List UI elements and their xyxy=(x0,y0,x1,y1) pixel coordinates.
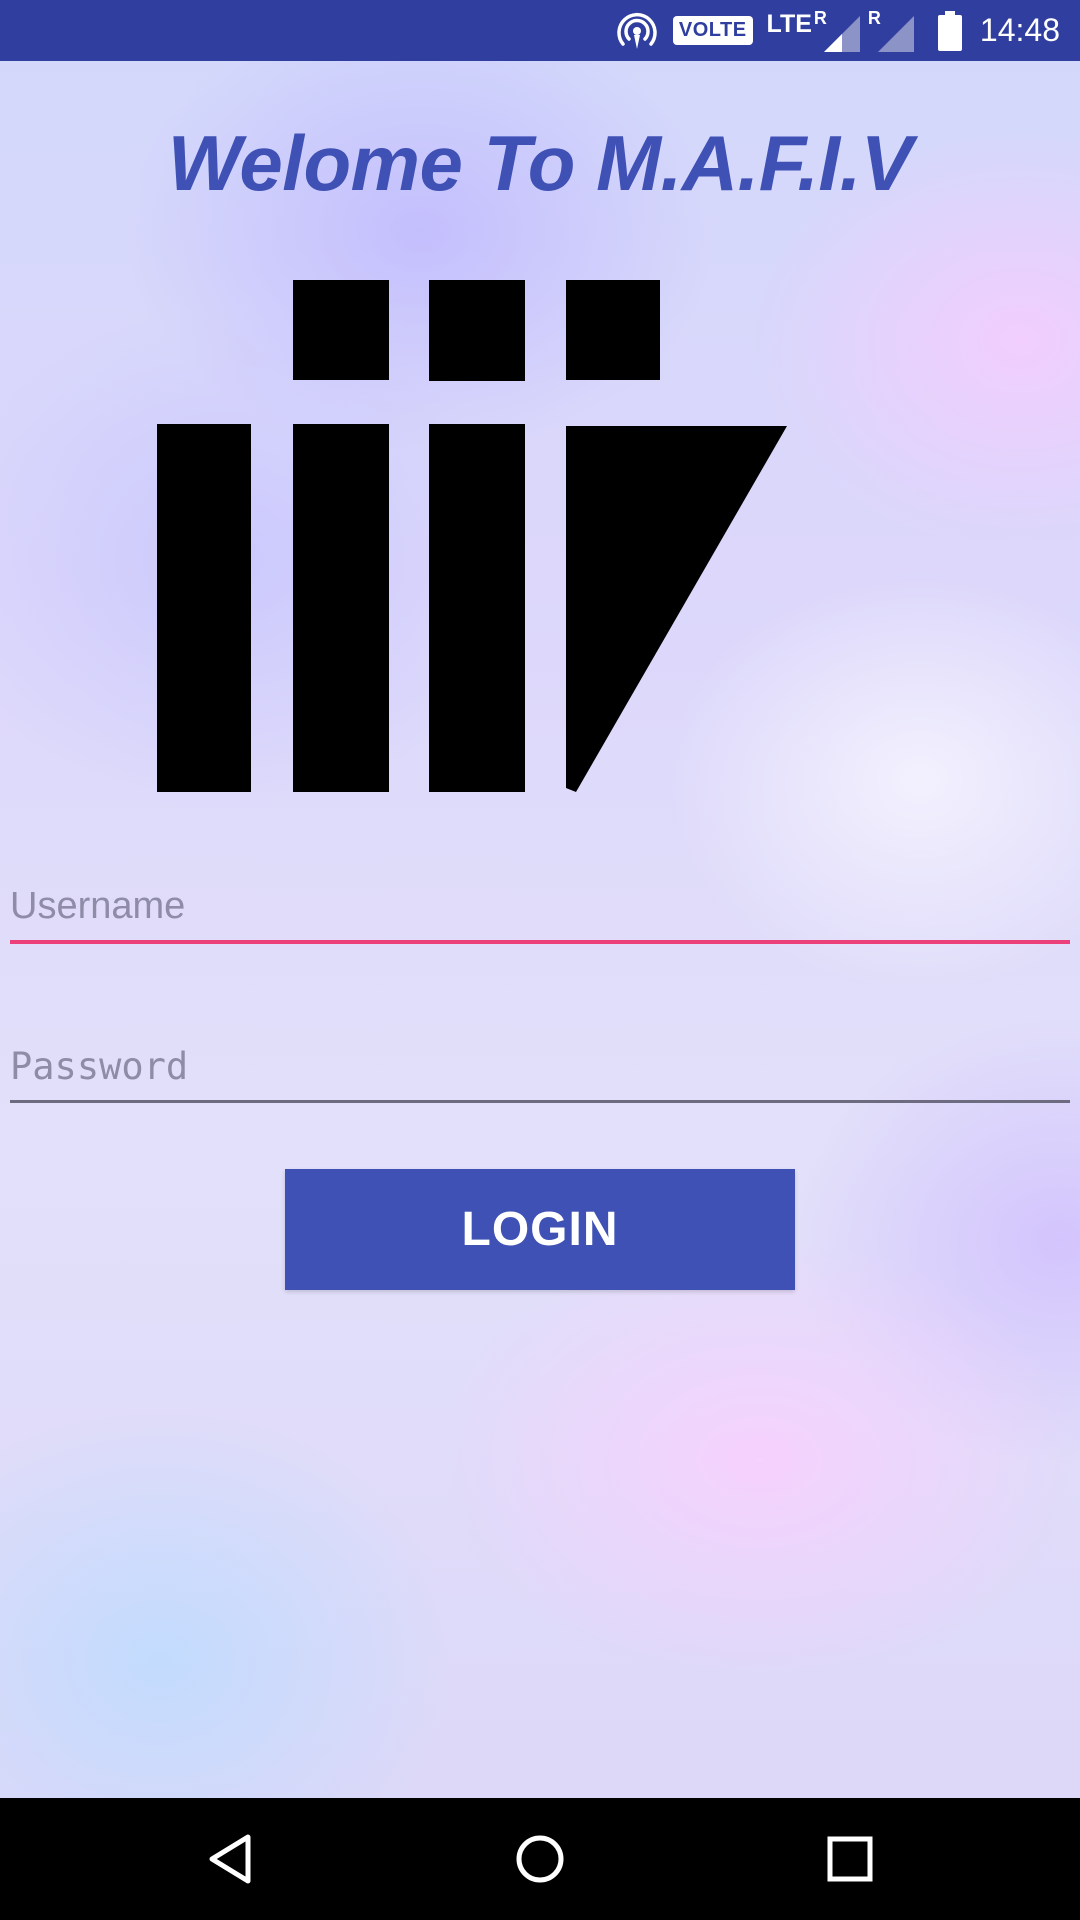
back-button[interactable] xyxy=(150,1798,310,1920)
password-field xyxy=(10,1040,1070,1103)
login-button[interactable]: LOGIN xyxy=(285,1169,795,1290)
password-input[interactable] xyxy=(10,1040,1070,1100)
username-underline xyxy=(10,940,1070,944)
iiiv-logo xyxy=(157,280,787,792)
recents-icon xyxy=(827,1836,873,1882)
navigation-bar xyxy=(0,1798,1080,1920)
password-underline xyxy=(10,1100,1070,1103)
username-input[interactable] xyxy=(10,880,1070,940)
home-button[interactable] xyxy=(460,1798,620,1920)
recents-button[interactable] xyxy=(770,1798,930,1920)
home-icon xyxy=(516,1835,564,1883)
username-field xyxy=(10,880,1070,944)
back-icon xyxy=(209,1834,251,1884)
